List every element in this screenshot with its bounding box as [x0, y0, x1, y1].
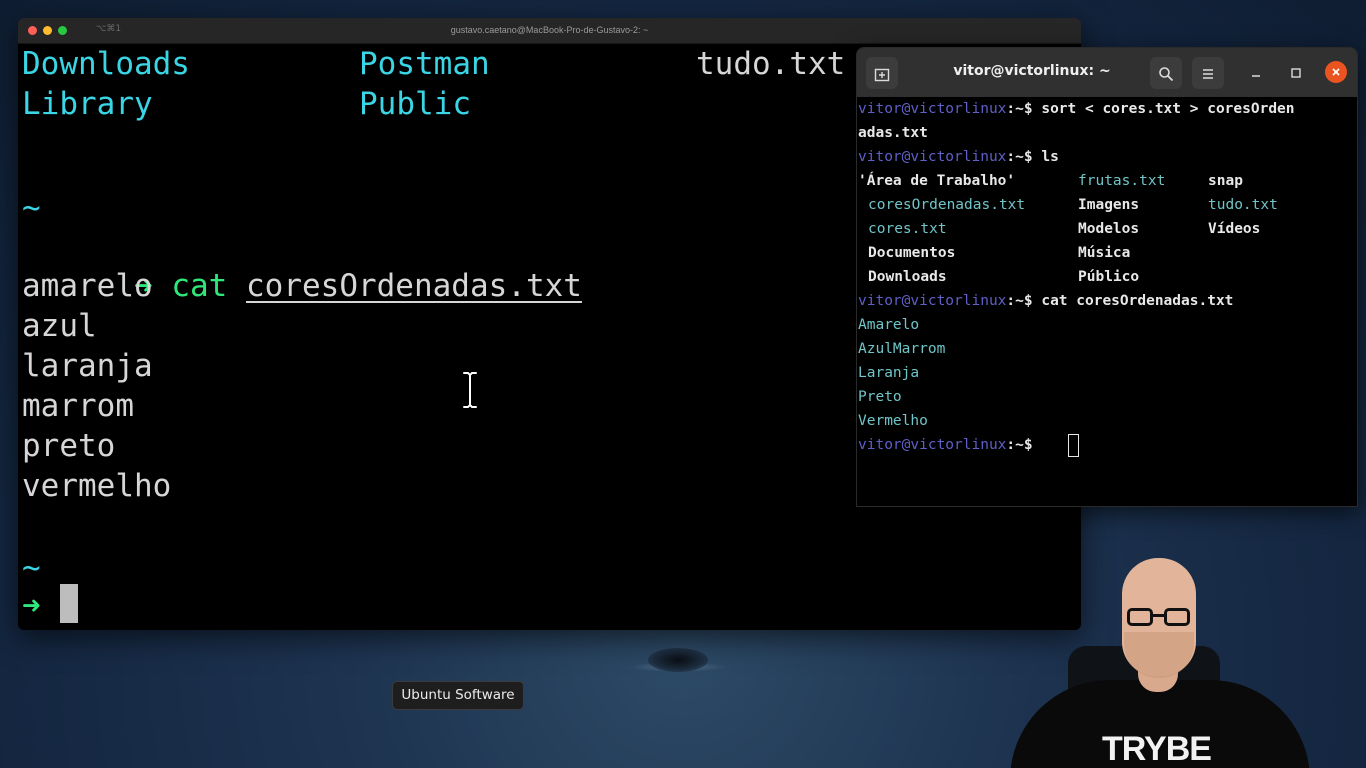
ls-entry: cores.txt [868, 221, 947, 237]
output-line: azul [22, 308, 97, 344]
minimize-button[interactable] [1244, 61, 1268, 85]
output-line: AzulMarrom [858, 341, 946, 357]
output-line: Preto [858, 389, 902, 405]
new-tab-button[interactable] [866, 57, 898, 89]
terminal-cursor [60, 584, 78, 623]
command-name: cat [171, 268, 228, 304]
prompt-symbol: $ [1023, 437, 1033, 453]
output-line: amarelo [22, 268, 153, 304]
ls-entry: Imagens [1078, 197, 1140, 213]
prompt-symbol: $ [1023, 101, 1033, 117]
command-wrap: adas.txt [858, 125, 928, 141]
ls-entry: tudo.txt [696, 46, 846, 82]
prompt-symbol: $ [1023, 149, 1033, 165]
prompt-arrow-icon: ➜ [22, 588, 41, 624]
output-line: Laranja [858, 365, 920, 381]
shirt-logo: TRYBE [1102, 730, 1212, 768]
output-line: preto [22, 428, 116, 464]
hamburger-menu-icon [1203, 68, 1213, 79]
prompt-cwd: :~ [1006, 149, 1024, 165]
new-tab-icon [874, 68, 890, 81]
prompt-line: vitor@victorlinux:~$ cat coresOrdenadas.… [858, 289, 1233, 313]
ls-entry: Postman [359, 46, 490, 82]
ls-entry: tudo.txt [1208, 197, 1278, 213]
output-line: Vermelho [858, 413, 928, 429]
close-icon [1332, 67, 1340, 76]
mac-terminal-titlebar[interactable]: ⌥⌘1 gustavo.caetano@MacBook-Pro-de-Gusta… [18, 18, 1081, 44]
ls-entry: frutas.txt [1078, 173, 1166, 189]
output-line: vermelho [22, 468, 172, 504]
prompt-user: vitor@victorlinux [858, 437, 1007, 453]
close-button[interactable] [1325, 61, 1347, 83]
ls-entry: snap [1208, 173, 1243, 189]
ls-entry: Library [22, 86, 153, 122]
command-text: ls [1041, 149, 1059, 165]
ls-entry: coresOrdenadas.txt [868, 197, 1026, 213]
menu-button[interactable] [1192, 57, 1224, 89]
output-line: Amarelo [858, 317, 920, 333]
mac-terminal-title: gustavo.caetano@MacBook-Pro-de-Gustavo-2… [450, 25, 649, 35]
wallpaper-rock [648, 648, 708, 672]
minimize-icon [1252, 75, 1260, 77]
prompt-cwd: ~ [22, 550, 41, 586]
prompt-cwd: ~ [22, 190, 41, 226]
ls-entry: Downloads [22, 46, 190, 82]
glasses-icon [1127, 608, 1153, 626]
ls-entry: Público [1078, 269, 1140, 285]
ls-entry: Downloads [868, 269, 947, 285]
ubuntu-terminal-window[interactable]: vitor@victorlinux: ~ vitor@victorlinux:~… [856, 47, 1358, 507]
prompt-user: vitor@victorlinux [858, 101, 1007, 117]
ibeam-cursor-icon [461, 370, 479, 410]
ls-entry: Música [1078, 245, 1131, 261]
ls-entry: Vídeos [1208, 221, 1261, 237]
ls-entry: Documentos [868, 245, 956, 261]
command-text: sort < cores.txt > coresOrden [1041, 101, 1295, 117]
prompt-cwd: :~ [1006, 293, 1024, 309]
command-argument: coresOrdenadas.txt [246, 268, 582, 304]
output-line: laranja [22, 348, 153, 384]
prompt-line: vitor@victorlinux:~$ [858, 433, 1033, 457]
ubuntu-terminal-title: vitor@victorlinux: ~ [953, 63, 1111, 79]
ubuntu-terminal-content[interactable]: vitor@victorlinux:~$ sort < cores.txt > … [858, 97, 1357, 506]
prompt-line: vitor@victorlinux:~$ ls [858, 145, 1059, 169]
ls-entry: Modelos [1078, 221, 1140, 237]
maximize-button[interactable] [1284, 61, 1308, 85]
dock-tooltip: Ubuntu Software [392, 681, 524, 710]
ubuntu-terminal-headerbar[interactable]: vitor@victorlinux: ~ [857, 48, 1357, 97]
command-text: cat coresOrdenadas.txt [1041, 293, 1234, 309]
presenter-webcam: TRYBE [1010, 550, 1310, 768]
search-icon [1159, 66, 1174, 81]
output-line: marrom [22, 388, 134, 424]
terminal-cursor [1068, 434, 1079, 457]
maximize-icon [1291, 68, 1301, 78]
prompt-cwd: :~ [1006, 437, 1024, 453]
glasses-bridge [1153, 614, 1164, 617]
prompt-cwd: :~ [1006, 101, 1024, 117]
prompt-symbol: $ [1023, 293, 1033, 309]
ls-entry: 'Área de Trabalho' [858, 173, 1016, 189]
prompt-user: vitor@victorlinux [858, 293, 1007, 309]
prompt-user: vitor@victorlinux [858, 149, 1007, 165]
glasses-icon [1164, 608, 1190, 626]
ls-entry: Public [359, 86, 471, 122]
search-button[interactable] [1150, 57, 1182, 89]
prompt-line: vitor@victorlinux:~$ sort < cores.txt > … [858, 97, 1295, 121]
